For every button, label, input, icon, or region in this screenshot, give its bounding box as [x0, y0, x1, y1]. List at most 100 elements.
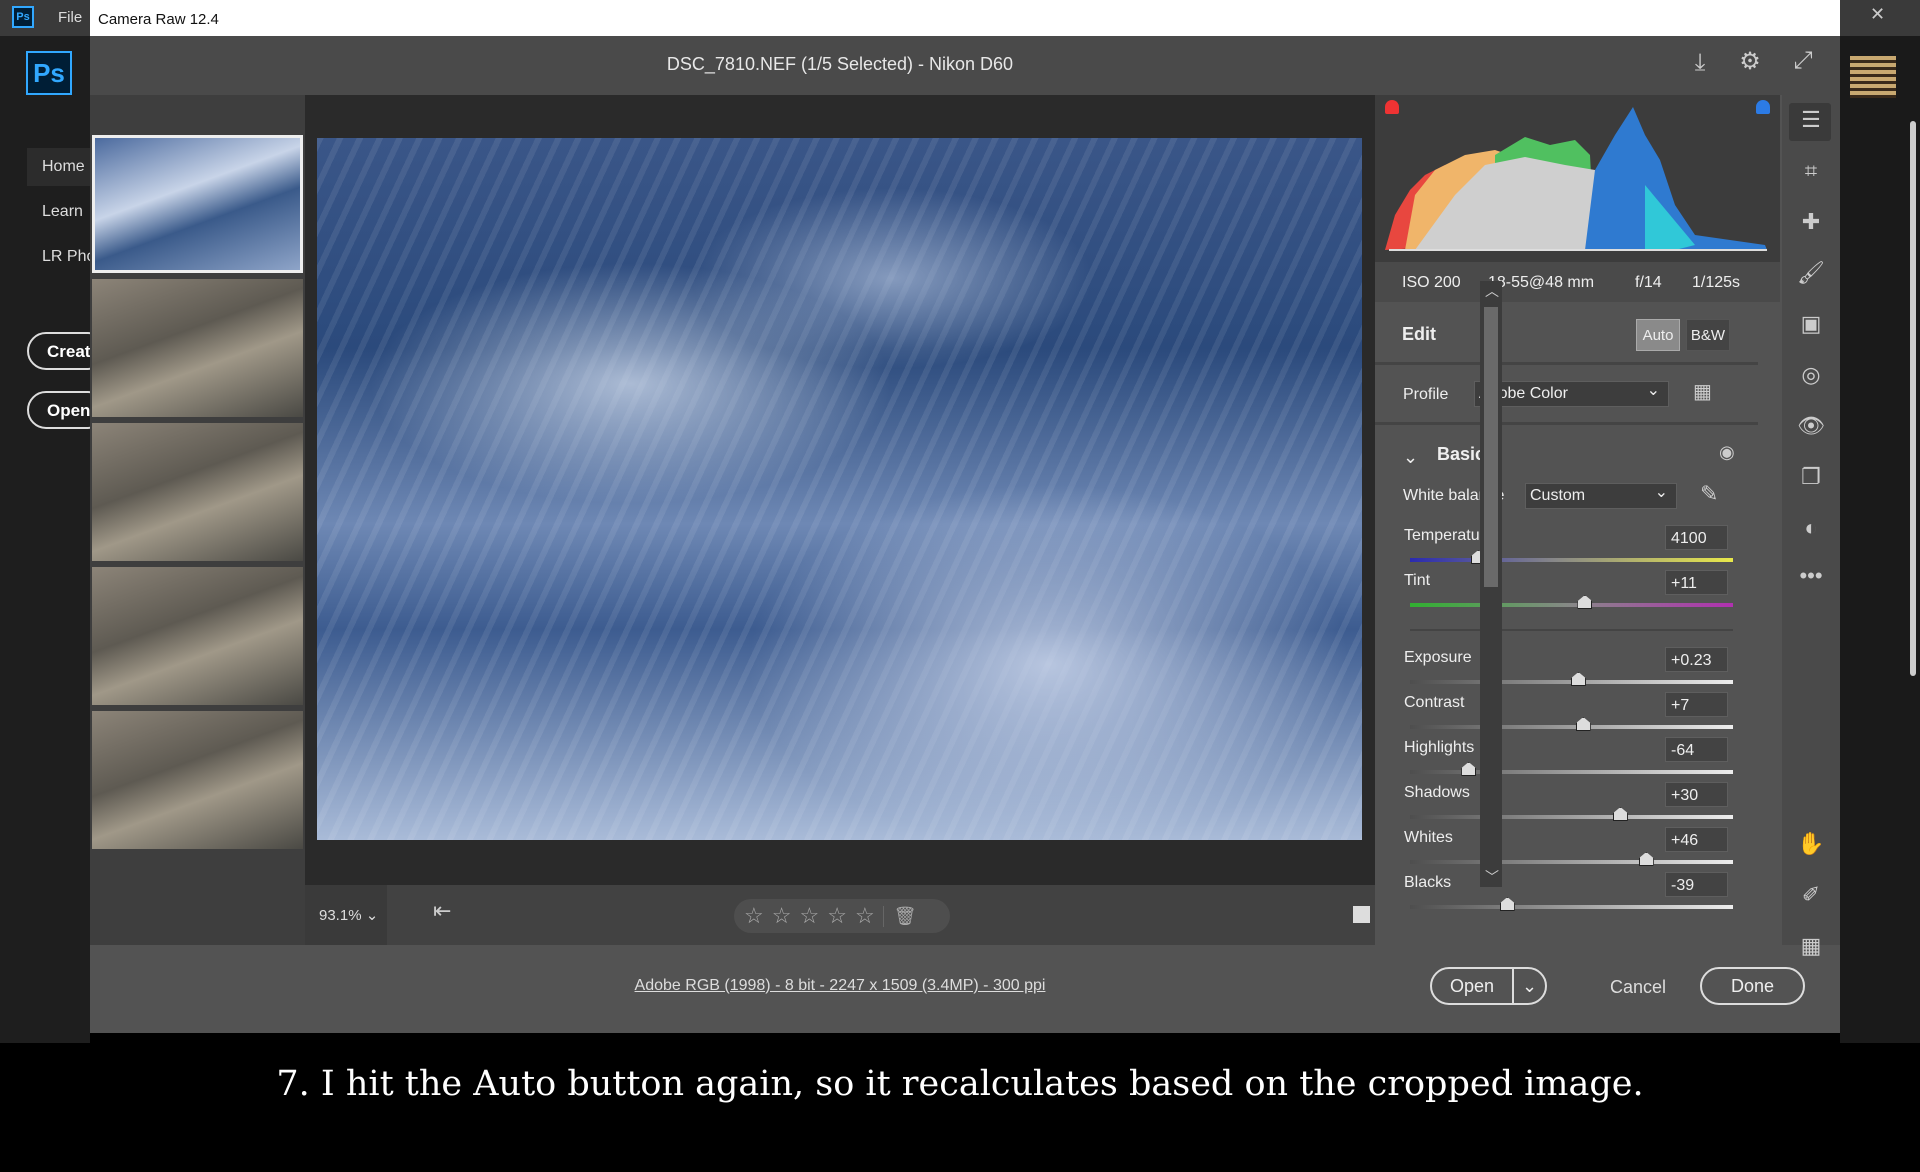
slider-label: Highlights [1404, 739, 1474, 757]
panel-scrollbar[interactable]: ︿ ﹀ [1480, 281, 1502, 887]
slider-thumb[interactable] [1500, 897, 1515, 911]
camera-raw-window: DSC_7810.NEF (1/5 Selected) - Nikon D60 … [90, 36, 1840, 1033]
thumbnail-4[interactable] [92, 567, 303, 705]
chevron-down-icon[interactable]: ⌄ [1403, 447, 1418, 468]
open-split-button: Open ⌄ [1430, 967, 1547, 1005]
profile-section: Profile Adobe Color ▦ [1375, 365, 1758, 425]
zoom-select[interactable]: 93.1% ⌄ [305, 885, 387, 945]
slider-track[interactable] [1410, 558, 1733, 562]
exif-info: ISO 200 18-55@48 mm f/14 1/125s [1375, 262, 1780, 302]
presets-icon[interactable]: ◐ [1782, 515, 1840, 541]
image-viewer [305, 95, 1462, 885]
slider-thumb[interactable] [1571, 672, 1586, 686]
edit-title: Edit [1402, 324, 1436, 345]
slider-thumb[interactable] [1576, 717, 1591, 731]
done-button[interactable]: Done [1700, 967, 1805, 1005]
star-icon[interactable]: ☆ [744, 903, 764, 929]
save-icon[interactable]: ⤓ [1683, 49, 1717, 77]
slider-value-input[interactable]: -64 [1665, 737, 1728, 762]
snapshots-icon[interactable]: ❐ [1782, 464, 1840, 490]
slider-track[interactable] [1410, 603, 1733, 607]
close-icon[interactable]: ✕ [1870, 4, 1885, 25]
slider-track[interactable] [1410, 770, 1733, 774]
star-icon[interactable]: ☆ [772, 903, 792, 929]
slider-track[interactable] [1410, 680, 1733, 684]
color-sampler-icon[interactable]: ✐ [1782, 882, 1840, 908]
scroll-down-icon[interactable]: ﹀ [1485, 867, 1499, 887]
thumbnail-2[interactable] [92, 279, 303, 417]
chevron-down-icon[interactable]: ⌄ [1514, 976, 1545, 997]
slider-value-input[interactable]: +11 [1665, 570, 1728, 595]
zoom-value: 93.1% [319, 907, 362, 924]
open-image-button[interactable]: Open [1432, 968, 1514, 1004]
shadow-clipping-icon[interactable] [1385, 100, 1399, 114]
slider-value-input[interactable]: +46 [1665, 827, 1728, 852]
star-icon[interactable]: ☆ [799, 903, 819, 929]
exif-lens: 18-55@48 mm [1488, 274, 1594, 292]
star-icon[interactable]: ☆ [827, 903, 847, 929]
thumbnail-3[interactable] [92, 423, 303, 561]
scrollbar[interactable] [1910, 121, 1916, 676]
scrollbar-thumb[interactable] [1484, 307, 1498, 587]
more-icon[interactable]: ••• [1782, 563, 1840, 589]
fullscreen-icon[interactable]: ⤢ [1786, 47, 1820, 75]
radial-filter-icon[interactable]: ◎ [1782, 362, 1840, 388]
edit-header: Edit Auto B&W [1375, 305, 1758, 365]
slider-label: Tint [1404, 572, 1430, 590]
nav-learn[interactable]: Learn [42, 203, 83, 221]
gear-icon[interactable]: ⚙ [1733, 47, 1767, 76]
hand-icon[interactable]: ✋ [1782, 831, 1840, 857]
window-titlebar: Camera Raw 12.4 [90, 0, 1840, 36]
grid-icon[interactable]: ▦ [1782, 933, 1840, 959]
red-eye-icon[interactable]: 👁 [1782, 413, 1840, 439]
slider-value-input[interactable]: +30 [1665, 782, 1728, 807]
white-balance-dropdown[interactable]: Custom [1525, 483, 1677, 509]
slider-value-input[interactable]: 4100 [1665, 525, 1728, 550]
photoshop-home-sidebar: Ps Home Learn LR Pho Creat Open [0, 36, 90, 1043]
filmstrip-toggle-icon[interactable]: ⇤ [433, 898, 451, 924]
chevron-down-icon: ⌄ [366, 907, 379, 924]
slider-track[interactable] [1410, 815, 1733, 819]
divider [1410, 629, 1733, 631]
workflow-options-link[interactable]: Adobe RGB (1998) - 8 bit - 2247 x 1509 (… [90, 977, 1590, 995]
profile-label: Profile [1403, 386, 1448, 404]
trash-icon[interactable]: 🗑 [883, 906, 917, 927]
auto-button[interactable]: Auto [1636, 319, 1680, 351]
thumbnail-5[interactable] [92, 711, 303, 849]
slider-thumb[interactable] [1639, 852, 1654, 866]
slider-thumb[interactable] [1613, 807, 1628, 821]
nav-home[interactable]: Home [27, 148, 90, 186]
slider-label: Blacks [1404, 874, 1451, 892]
eyedropper-icon[interactable]: ✎ [1700, 481, 1718, 507]
slider-value-input[interactable]: -39 [1665, 872, 1728, 897]
slider-value-input[interactable]: +0.23 [1665, 647, 1728, 672]
file-title: DSC_7810.NEF (1/5 Selected) - Nikon D60 [90, 54, 1590, 75]
scroll-up-icon[interactable]: ︿ [1485, 281, 1499, 301]
sliders-icon[interactable]: ☰ [1782, 107, 1840, 133]
slider-thumb[interactable] [1461, 762, 1476, 776]
healing-icon[interactable]: ✚ [1782, 209, 1840, 235]
bw-button[interactable]: B&W [1686, 319, 1730, 351]
highlight-clipping-icon[interactable] [1756, 100, 1770, 114]
slider-track[interactable] [1410, 860, 1733, 864]
star-icon[interactable]: ☆ [855, 903, 875, 929]
crop-icon[interactable]: ⌗ [1782, 158, 1840, 184]
eye-icon[interactable]: ◉ [1719, 442, 1735, 463]
gradient-icon[interactable]: ▣ [1782, 311, 1840, 337]
menu-file[interactable]: File [58, 9, 82, 26]
brush-icon[interactable]: 🖌 [1782, 260, 1840, 286]
profile-browser-icon[interactable]: ▦ [1693, 379, 1712, 404]
slider-value-input[interactable]: +7 [1665, 692, 1728, 717]
nav-lr-photos[interactable]: LR Pho [42, 248, 95, 266]
profile-dropdown[interactable]: Adobe Color [1474, 381, 1669, 407]
slider-track[interactable] [1410, 905, 1733, 909]
slider-track[interactable] [1410, 725, 1733, 729]
thumbnail-1[interactable] [92, 135, 303, 273]
header: DSC_7810.NEF (1/5 Selected) - Nikon D60 … [90, 36, 1840, 95]
cancel-button[interactable]: Cancel [1598, 977, 1678, 998]
slider-thumb[interactable] [1577, 595, 1592, 609]
view-mode-icon[interactable] [1353, 906, 1370, 923]
recent-file-thumbnail[interactable] [1850, 56, 1896, 98]
basic-section-title[interactable]: Basic [1437, 444, 1485, 465]
photo-preview[interactable] [317, 138, 1362, 840]
